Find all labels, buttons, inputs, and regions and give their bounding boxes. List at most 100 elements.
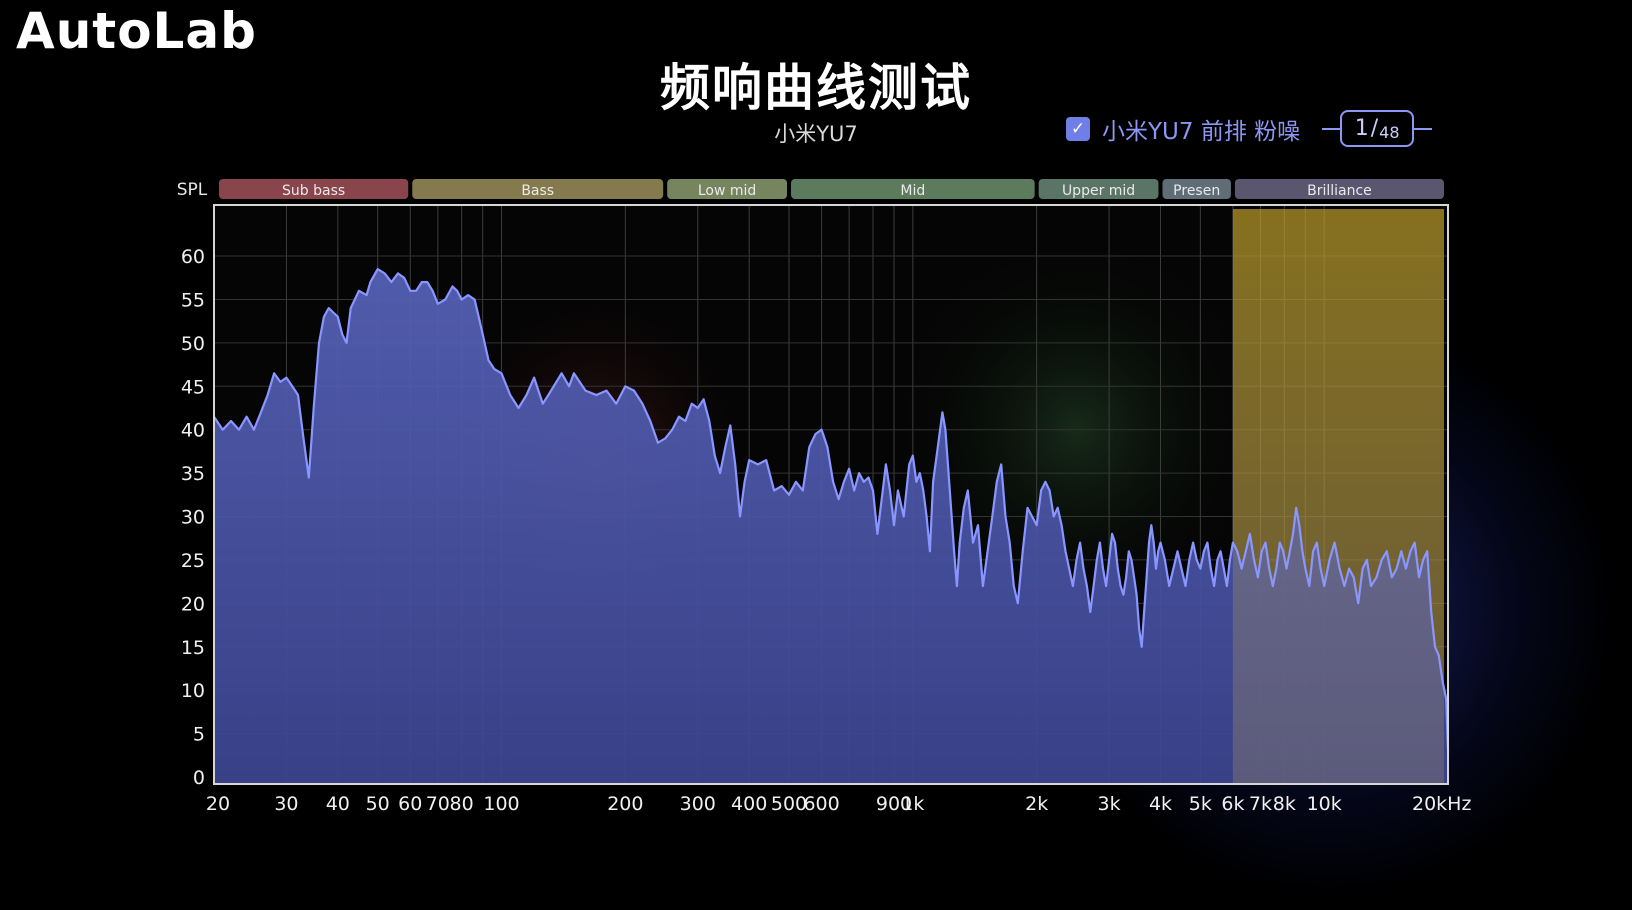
data-point: [1253, 559, 1255, 561]
data-point: [1108, 559, 1110, 561]
data-point: [285, 377, 287, 379]
data-point: [1176, 550, 1179, 552]
data-point: [926, 515, 928, 518]
data-point: [1220, 550, 1222, 552]
x-tick-label: 200: [607, 793, 643, 815]
data-point: [222, 429, 224, 431]
data-point: [461, 298, 463, 301]
data-point: [765, 459, 767, 461]
data-point: [377, 268, 379, 270]
data-point: [1138, 628, 1140, 631]
data-point: [1430, 611, 1432, 613]
data-point: [487, 359, 490, 361]
data-point: [719, 472, 721, 474]
data-point: [953, 550, 955, 552]
data-point: [437, 303, 439, 305]
y-tick-label: 30: [181, 507, 205, 529]
data-point: [1075, 559, 1078, 561]
data-point: [1114, 542, 1116, 544]
data-point: [657, 442, 659, 444]
data-point: [1386, 550, 1388, 552]
x-tick-label: 60: [398, 793, 422, 815]
data-point: [843, 481, 845, 483]
data-point: [684, 420, 687, 422]
data-point: [478, 316, 480, 318]
data-point: [949, 489, 951, 492]
data-point: [1279, 542, 1281, 544]
data-point: [615, 403, 617, 405]
data-point: [996, 481, 998, 483]
data-point: [876, 533, 879, 535]
data-point: [1017, 602, 1019, 604]
data-point: [1143, 611, 1145, 613]
data-point: [517, 407, 520, 409]
data-point: [912, 455, 914, 457]
data-point: [908, 463, 910, 465]
data-point: [482, 333, 484, 335]
data-point: [421, 281, 423, 283]
data-point: [350, 307, 352, 309]
data-point: [919, 472, 921, 474]
data-point: [568, 385, 570, 387]
data-point: [1009, 542, 1011, 544]
data-point: [1150, 524, 1152, 526]
x-tick-label: 600: [803, 793, 839, 815]
data-point: [1232, 542, 1234, 544]
data-point: [1292, 533, 1294, 535]
data-point: [1308, 585, 1310, 587]
data-point: [1272, 585, 1274, 587]
data-point: [297, 394, 299, 396]
band-label: Mid: [900, 183, 925, 199]
data-point: [1414, 542, 1416, 544]
data-point: [1000, 463, 1002, 465]
data-point: [474, 298, 476, 301]
data-point: [932, 481, 934, 483]
data-point: [1396, 568, 1398, 570]
data-point: [1418, 576, 1420, 578]
band-label: Brilliance: [1307, 183, 1372, 199]
data-point: [1026, 507, 1029, 509]
data-point: [982, 585, 984, 587]
data-point: [573, 372, 575, 374]
data-point: [1434, 646, 1436, 648]
data-point: [987, 550, 989, 552]
data-point: [509, 394, 511, 396]
y-ticks: 0 5 10 15 20 25 30 35 40 45 50 55 60: [181, 246, 205, 789]
data-point: [1295, 507, 1297, 509]
y-tick-label: 60: [181, 246, 205, 268]
x-tick-label: 20kHz: [1412, 793, 1471, 815]
data-point: [1184, 585, 1187, 587]
data-point: [308, 476, 310, 479]
data-point: [1343, 585, 1345, 587]
data-point: [1312, 550, 1314, 552]
data-point: [1053, 515, 1055, 518]
data-point: [664, 437, 666, 439]
data-point: [273, 372, 275, 374]
data-point: [1249, 533, 1251, 535]
data-point: [838, 498, 840, 500]
data-point: [397, 272, 399, 274]
data-point: [1236, 550, 1238, 552]
data-point: [649, 420, 651, 422]
data-point: [1086, 585, 1088, 587]
data-point: [885, 463, 887, 465]
data-point: [858, 472, 860, 474]
data-point: [1105, 585, 1107, 587]
data-point: [1049, 489, 1051, 492]
data-point: [1409, 550, 1411, 552]
data-point: [1323, 585, 1325, 587]
data-point: [1400, 550, 1402, 552]
data-point: [291, 385, 293, 387]
data-point: [929, 550, 931, 552]
data-point: [1013, 585, 1015, 587]
data-point: [867, 476, 870, 479]
data-point: [1203, 550, 1205, 552]
data-point: [863, 481, 865, 483]
data-point: [1199, 568, 1201, 570]
data-point: [1438, 654, 1440, 657]
data-point: [853, 489, 855, 492]
data-point: [781, 485, 783, 487]
data-point: [1370, 585, 1372, 587]
data-point: [542, 403, 544, 405]
data-point: [267, 394, 269, 396]
